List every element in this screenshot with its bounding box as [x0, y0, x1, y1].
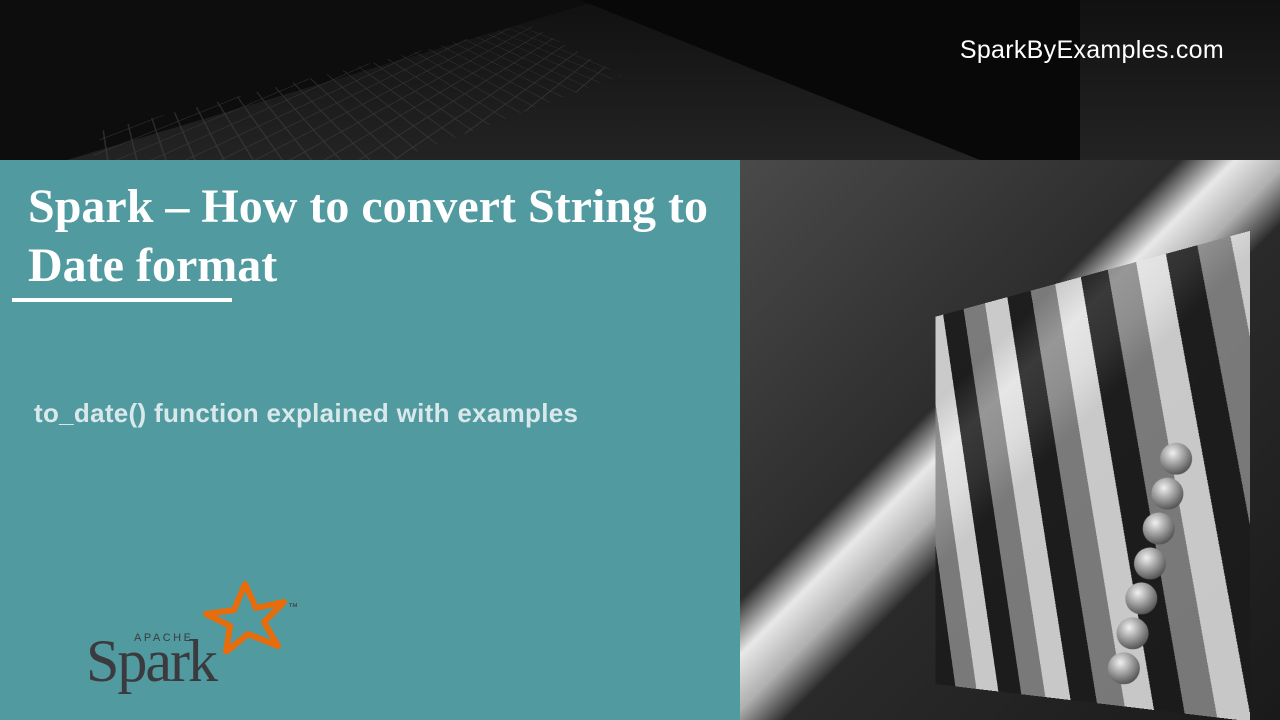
title-underline [12, 298, 232, 302]
logo-tm: ™ [288, 602, 298, 613]
spark-logo: APACHE Spark ™ [84, 580, 294, 700]
logo-name: Spark [86, 627, 216, 696]
site-label: SparkByExamples.com [960, 36, 1224, 65]
content-panel: Spark – How to convert String to Date fo… [0, 160, 740, 720]
page-subtitle: to_date() function explained with exampl… [34, 398, 578, 429]
page-title: Spark – How to convert String to Date fo… [28, 178, 738, 295]
